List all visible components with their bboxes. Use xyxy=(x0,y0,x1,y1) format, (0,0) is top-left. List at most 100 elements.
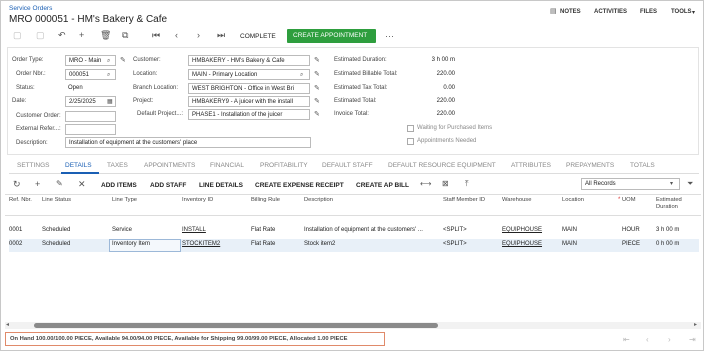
cell-estimated-duration: 3 h 00 m xyxy=(656,227,680,233)
tab-profitability[interactable]: PROFITABILITY xyxy=(260,162,308,169)
scroll-left-icon[interactable]: ◂ xyxy=(6,321,9,328)
add-icon[interactable]: + xyxy=(79,30,84,40)
cell-warehouse[interactable]: EQUIPHOUSE xyxy=(502,227,542,233)
date-label: Date: xyxy=(12,98,27,104)
next-page-icon[interactable]: › xyxy=(668,335,671,344)
column-header-estimated-duration[interactable]: Estimated Duration xyxy=(656,197,696,211)
column-header-line-status[interactable]: Line Status xyxy=(42,197,71,204)
scrollbar-thumb[interactable] xyxy=(34,323,438,328)
table-row[interactable]: 0001 Scheduled Service INSTALL Flat Rate… xyxy=(9,225,699,238)
create-appointment-button[interactable]: CREATE APPOINTMENT xyxy=(287,29,376,43)
description-label: Description: xyxy=(16,140,48,146)
notes-button[interactable]: NOTES xyxy=(560,9,581,15)
last-record-icon[interactable]: ⏭ xyxy=(217,30,225,40)
tab-attributes[interactable]: ATTRIBUTES xyxy=(511,162,551,169)
edit-icon[interactable]: ✎ xyxy=(314,97,320,107)
delete-icon[interactable]: 🗑 xyxy=(100,30,111,40)
est-tax-label: Estimated Tax Total: xyxy=(334,85,388,91)
project-label: Project: xyxy=(133,98,154,104)
status-value: Open xyxy=(68,85,83,91)
default-project-value: PHASE1 - Installation of the juicer xyxy=(192,111,283,118)
table-row-selected[interactable]: 0002 Scheduled Inventory Item STOCKITEM2… xyxy=(9,239,699,252)
create-ap-bill-button[interactable]: CREATE AP BILL xyxy=(356,182,409,189)
first-page-icon[interactable]: ⇤ xyxy=(623,335,630,344)
location-field[interactable]: MAIN - Primary Location xyxy=(188,69,310,80)
edit-icon[interactable]: ✎ xyxy=(314,84,320,94)
edit-icon[interactable]: ✎ xyxy=(314,56,320,66)
notes-icon: ▤ xyxy=(550,8,557,15)
filter-icon[interactable]: ⏷ xyxy=(687,179,693,189)
tab-totals[interactable]: TOTALS xyxy=(630,162,655,169)
cell-inventory-id[interactable]: STOCKITEM2 xyxy=(182,241,220,247)
external-refer-field[interactable] xyxy=(65,124,116,135)
required-marker: * xyxy=(618,197,621,203)
column-header-description[interactable]: Description xyxy=(304,197,333,204)
delete-row-icon[interactable]: ✕ xyxy=(78,179,86,189)
line-details-button[interactable]: LINE DETAILS xyxy=(199,182,243,189)
edit-icon[interactable]: ✎ xyxy=(314,110,320,120)
calendar-icon[interactable]: ▦ xyxy=(107,97,113,107)
fit-columns-icon[interactable]: ⟷ xyxy=(420,179,431,189)
create-expense-receipt-button[interactable]: CREATE EXPENSE RECEIPT xyxy=(255,182,344,189)
customer-field[interactable]: HMBAKERY - HM's Bakery & Cafe xyxy=(188,55,310,66)
tab-financial[interactable]: FINANCIAL xyxy=(210,162,244,169)
undo-icon[interactable]: ↶ xyxy=(58,30,66,40)
prev-page-icon[interactable]: ‹ xyxy=(646,335,649,344)
column-header-uom[interactable]: UOM xyxy=(622,197,636,204)
tab-prepayments[interactable]: PREPAYMENTS xyxy=(566,162,614,169)
search-icon[interactable]: ⌕ xyxy=(107,70,110,80)
refresh-icon[interactable]: ↻ xyxy=(13,179,21,189)
edit-row-icon[interactable]: ✎ xyxy=(56,179,63,189)
activities-button[interactable]: ACTIVITIES xyxy=(594,9,627,15)
search-icon[interactable]: ⌕ xyxy=(107,56,110,66)
search-icon[interactable]: ⌕ xyxy=(300,70,303,80)
column-header-billing-rule[interactable]: Billing Rule xyxy=(251,197,280,204)
project-field[interactable]: HMBAKERY9 - A juicer with the install xyxy=(188,96,310,107)
filter-select[interactable]: All Records xyxy=(581,178,680,190)
copy-icon[interactable]: ⧉ xyxy=(122,30,128,40)
column-header-warehouse[interactable]: Warehouse xyxy=(502,197,531,204)
waiting-checkbox[interactable] xyxy=(407,125,414,132)
more-button[interactable]: ··· xyxy=(385,31,394,41)
tab-taxes[interactable]: TAXES xyxy=(107,162,128,169)
order-nbr-label: Order Nbr.: xyxy=(16,71,46,77)
tab-default-staff[interactable]: DEFAULT STAFF xyxy=(322,162,373,169)
export-excel-icon[interactable]: ⊠ xyxy=(442,179,449,189)
branch-location-field[interactable]: WEST BRIGHTON - Office in West Bri xyxy=(188,83,310,94)
add-items-button[interactable]: ADD ITEMS xyxy=(101,182,137,189)
column-header-staff-member-id[interactable]: Staff Member ID xyxy=(443,197,485,204)
save-close-icon[interactable]: ▢ xyxy=(36,30,45,40)
breadcrumb[interactable]: Service Orders xyxy=(9,5,52,12)
add-row-icon[interactable]: + xyxy=(35,179,40,189)
order-type-value: MRO - Main xyxy=(69,57,102,64)
tab-default-resource-equipment[interactable]: DEFAULT RESOURCE EQUIPMENT xyxy=(388,162,496,169)
edit-icon[interactable]: ✎ xyxy=(120,56,126,66)
tab-settings[interactable]: SETTINGS xyxy=(17,162,50,169)
complete-button[interactable]: COMPLETE xyxy=(240,33,276,40)
tools-button[interactable]: TOOLS xyxy=(671,9,692,15)
tab-appointments[interactable]: APPOINTMENTS xyxy=(144,162,195,169)
scroll-right-icon[interactable]: ▸ xyxy=(694,321,697,328)
cell-warehouse[interactable]: EQUIPHOUSE xyxy=(502,241,542,247)
add-staff-button[interactable]: ADD STAFF xyxy=(150,182,186,189)
column-header-location[interactable]: Location xyxy=(562,197,584,204)
next-record-icon[interactable]: › xyxy=(197,30,200,40)
appointments-needed-checkbox[interactable] xyxy=(407,138,414,145)
column-header-ref-nbr[interactable]: Ref. Nbr. xyxy=(9,197,33,204)
customer-order-field[interactable] xyxy=(65,111,116,122)
save-icon[interactable]: ▢ xyxy=(13,30,22,40)
prev-record-icon[interactable]: ‹ xyxy=(175,30,178,40)
cell-inventory-id[interactable]: INSTALL xyxy=(182,227,206,233)
last-page-icon[interactable]: ⇥ xyxy=(689,335,696,344)
est-billable-label: Estimated Billable Total: xyxy=(334,71,398,77)
tab-details[interactable]: DETAILS xyxy=(65,162,92,169)
invoice-total-label: Invoice Total: xyxy=(334,111,369,117)
files-button[interactable]: FILES xyxy=(640,9,657,15)
column-header-line-type[interactable]: Line Type xyxy=(112,197,137,204)
upload-icon[interactable]: ⤒ xyxy=(465,179,469,189)
first-record-icon[interactable]: ⏮ xyxy=(152,30,160,40)
edit-icon[interactable]: ✎ xyxy=(314,70,320,80)
description-field[interactable]: Installation of equipment at the custome… xyxy=(65,137,311,148)
column-header-inventory-id[interactable]: Inventory ID xyxy=(182,197,213,204)
default-project-field[interactable]: PHASE1 - Installation of the juicer xyxy=(188,109,310,120)
